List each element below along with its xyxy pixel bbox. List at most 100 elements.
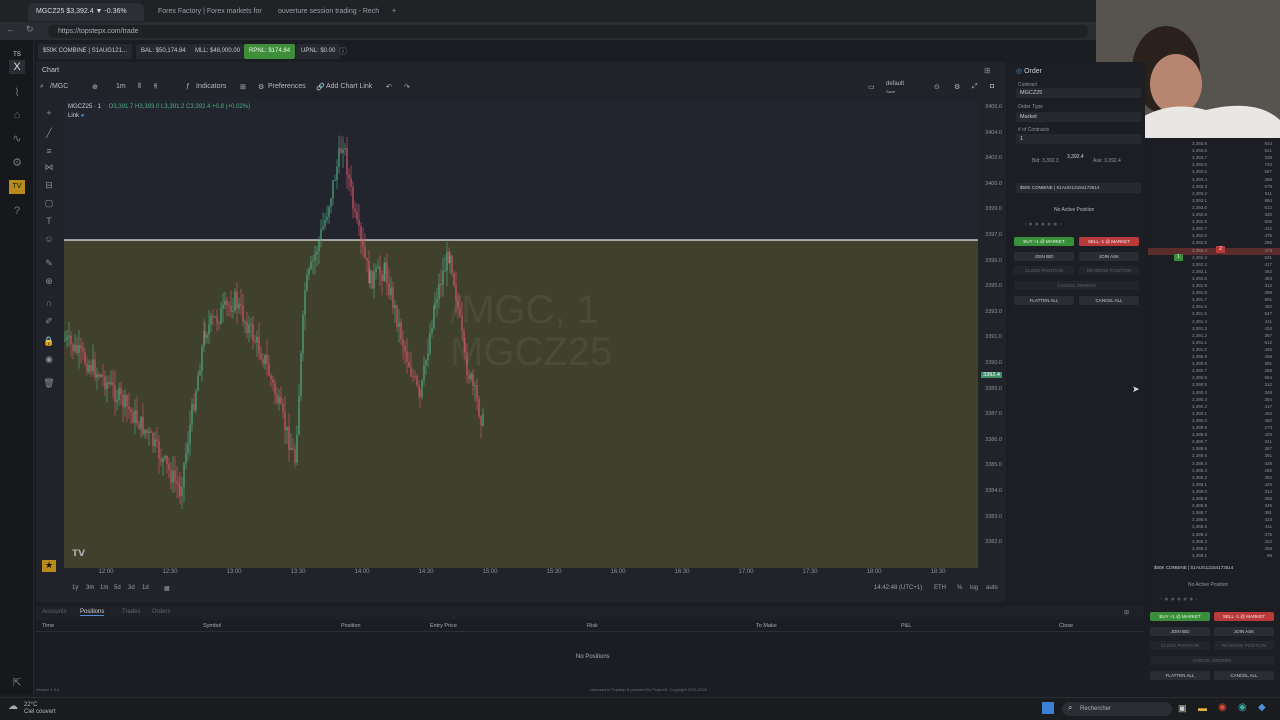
ladder-row[interactable]: 3,388.7 391	[1148, 510, 1280, 517]
ladder-row[interactable]: 3,393.3 578	[1148, 184, 1280, 191]
ladder-row[interactable]: 3,389.4 428	[1148, 461, 1280, 468]
ladder-row[interactable]: 3,388.3 322	[1148, 539, 1280, 546]
trendline-icon[interactable]: ╱	[42, 128, 56, 140]
indicators-icon[interactable]: ƒ	[186, 83, 190, 90]
edge-icon[interactable]: ◉	[1238, 702, 1247, 713]
ladder-row[interactable]: 3,390.2 417	[1148, 404, 1280, 411]
maximize-icon[interactable]: ⊞	[984, 66, 991, 75]
ladder-row[interactable]: 3,390.0 482	[1148, 418, 1280, 425]
reverse-position-button[interactable]: REVERSE POSITION	[1079, 266, 1139, 275]
ladder-row[interactable]: 3,393.6 740	[1148, 162, 1280, 169]
new-tab-icon[interactable]: +	[384, 3, 400, 21]
add-chart-link-button[interactable]: Add Chart Link	[326, 83, 372, 90]
explorer-icon[interactable]: ▬	[1198, 703, 1207, 713]
pencil-lock-icon[interactable]: ✐	[42, 316, 56, 328]
ladder-row[interactable]: 3,393.7 338	[1148, 155, 1280, 162]
order-type-select[interactable]: Market	[1016, 112, 1141, 122]
contract-select[interactable]: MGCZ25	[1016, 88, 1141, 98]
url-input[interactable]: https://topstepx.com/trade	[48, 25, 1088, 38]
ladder-row[interactable]: 3,389.7 341	[1148, 439, 1280, 446]
join-bid-button[interactable]: JOIN BID	[1014, 252, 1074, 261]
log-toggle[interactable]: log	[970, 585, 978, 591]
ladder-row[interactable]: 3,391.2 367	[1148, 333, 1280, 340]
tab-orders[interactable]: Orders	[152, 609, 170, 615]
back-icon[interactable]: ←	[6, 24, 15, 34]
ladder-row[interactable]: 3,388.8 345	[1148, 503, 1280, 510]
link-icon[interactable]: 🔗	[316, 83, 325, 91]
percent-toggle[interactable]: %	[957, 585, 962, 591]
ladder-buy-market-button[interactable]: BUY +1 @ MARKET	[1150, 612, 1210, 621]
range-button[interactable]: 1d	[142, 585, 149, 591]
ladder-flatten-all-button[interactable]: FLATTEN ALL	[1150, 671, 1210, 680]
ladder-row[interactable]: 3,391.3 434	[1148, 326, 1280, 333]
ladder-row[interactable]: 3,389.6 367	[1148, 446, 1280, 453]
ladder-join-ask-button[interactable]: JOIN ASK	[1214, 627, 1274, 636]
ladder-row[interactable]: 3,389.9 273	[1148, 425, 1280, 432]
layout-icon[interactable]: ▭	[868, 83, 875, 91]
bar-style-icon[interactable]: ⫴	[138, 83, 141, 91]
add-symbol-icon[interactable]: ⊕	[92, 83, 98, 91]
ladder-row[interactable]: 3,392.0 463	[1148, 276, 1280, 283]
rectangle-icon[interactable]: ▢	[42, 198, 56, 210]
range-button[interactable]: 5d	[114, 585, 121, 591]
preferences-button[interactable]: Preferences	[268, 83, 306, 90]
ladder-row[interactable]: 3,391.7 601	[1148, 297, 1280, 304]
undo-icon[interactable]: ↶	[386, 83, 392, 91]
ladder-row[interactable]: 3,390.7 288	[1148, 368, 1280, 375]
trend-icon[interactable]: ∿	[9, 132, 25, 146]
taskbar-search[interactable]: Rechercher	[1062, 702, 1172, 716]
favorite-icon[interactable]: ★	[42, 560, 56, 572]
ladder-row[interactable]: 3,391.1 612	[1148, 340, 1280, 347]
sell-market-button[interactable]: SELL -1 @ MARKET	[1079, 237, 1139, 246]
ladder-row[interactable]: 3,388.4 375	[1148, 532, 1280, 539]
ladder-row[interactable]: 3,393.0 612	[1148, 205, 1280, 212]
ladder-join-bid-button[interactable]: JOIN BID	[1150, 627, 1210, 636]
search-icon[interactable]: ⌕	[40, 83, 44, 91]
text-icon[interactable]: T	[42, 216, 56, 228]
zoom-icon[interactable]: ⊙	[934, 83, 940, 91]
ask-marker[interactable]: 2	[1216, 246, 1225, 253]
windows-start-icon[interactable]	[1042, 702, 1054, 714]
zoom-in-icon[interactable]: ⊕	[42, 276, 56, 288]
tab-trades[interactable]: Trades	[122, 609, 140, 615]
ladder-sell-market-button[interactable]: SELL -1 @ MARKET	[1214, 612, 1274, 621]
cancel-all-button[interactable]: CANCEL ALL	[1079, 296, 1139, 305]
symbol-search[interactable]: /MGC	[50, 83, 68, 90]
column-symbol[interactable]: Symbol	[203, 623, 221, 629]
settings-icon[interactable]: ⚙	[954, 83, 960, 91]
ladder-row[interactable]: 3,389.5 351	[1148, 453, 1280, 460]
reload-icon[interactable]: ↻	[26, 24, 34, 35]
ladder-account-select[interactable]: $50K COMBINE | S1AUG12154172514	[1154, 565, 1233, 570]
column-entry-price[interactable]: Entry Price	[430, 623, 457, 629]
ladder-reverse-position-button[interactable]: REVERSE POSITION	[1214, 641, 1274, 650]
bank-icon[interactable]: ⌂	[9, 108, 25, 122]
ladder-close-position-button[interactable]: CLOSE POSITION	[1150, 641, 1210, 650]
column-to-make[interactable]: To Make	[756, 623, 777, 629]
ladder-row[interactable]: 3,389.3 292	[1148, 468, 1280, 475]
column-position[interactable]: Position	[341, 623, 361, 629]
range-button[interactable]: 3m	[86, 585, 94, 591]
ladder-row[interactable]: 3,390.4 348	[1148, 390, 1280, 397]
session-toggle[interactable]: ETH	[934, 585, 946, 591]
ladder-row[interactable]: 3,390.9 458	[1148, 354, 1280, 361]
help-icon[interactable]: ?	[9, 204, 25, 218]
ladder-row[interactable]: 3,388.2 358	[1148, 546, 1280, 553]
range-button[interactable]: 3d	[128, 585, 135, 591]
ladder-row[interactable]: 3,390.3 384	[1148, 397, 1280, 404]
link-label[interactable]: Link	[68, 113, 79, 119]
candle-icon[interactable]: ⫵	[154, 83, 157, 91]
join-ask-button[interactable]: JOIN ASK	[1079, 252, 1139, 261]
column-close[interactable]: Close	[1059, 623, 1073, 629]
add-panel-icon[interactable]: ⊞	[1124, 609, 1129, 616]
ladder-row[interactable]: 3,393.9 544	[1148, 141, 1280, 148]
ladder-row[interactable]: 3,392.6 475	[1148, 233, 1280, 240]
ruler-icon[interactable]: ⊟	[42, 180, 56, 192]
chrome-icon[interactable]: ◉	[1218, 702, 1227, 713]
ladder-row[interactable]: 3,391.5 547	[1148, 311, 1280, 318]
indicators-button[interactable]: Indicators	[196, 83, 226, 90]
browser-tab[interactable]: ouverture session trading - Rech	[270, 3, 382, 21]
ladder-row[interactable]: 3,388.9 356	[1148, 496, 1280, 503]
calendar-icon[interactable]: ▦	[164, 585, 170, 592]
ladder-row[interactable]: 3,390.8 391	[1148, 361, 1280, 368]
ladder-row[interactable]: 3,393.8 521	[1148, 148, 1280, 155]
